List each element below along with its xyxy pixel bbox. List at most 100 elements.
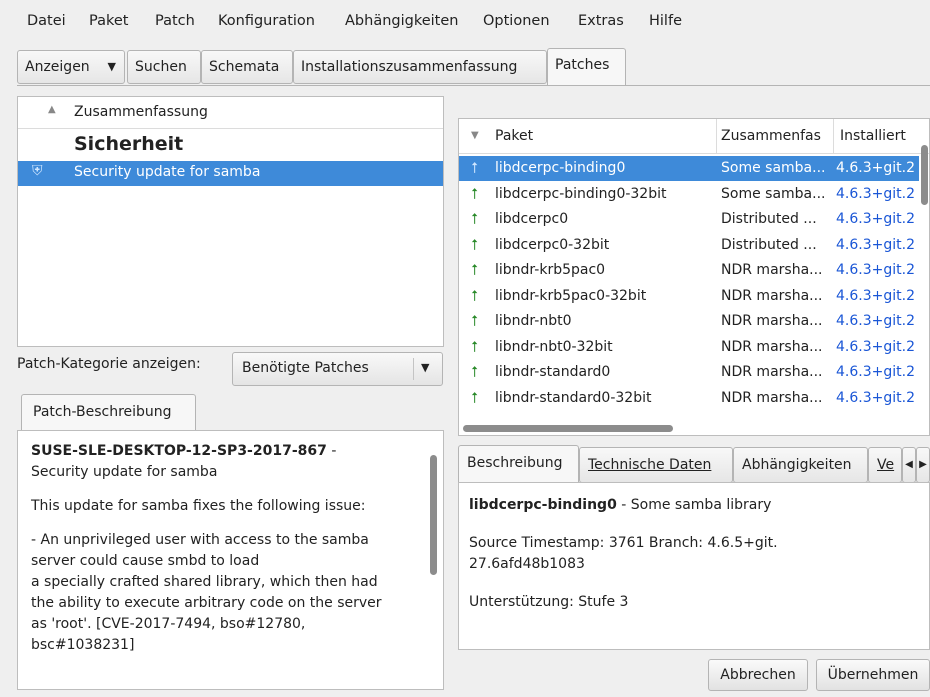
menu-abhaengigkeiten[interactable]: Abhängigkeiten (345, 13, 458, 29)
description-para2-line6: bsc#1038231] (31, 637, 135, 653)
package-name: libdcerpc-binding0-32bit (495, 185, 667, 202)
tab-description[interactable]: Beschreibung (458, 445, 579, 483)
table-row[interactable]: ⭡ libndr-standard0-32bit NDR marsha... 4.6.… (459, 386, 919, 411)
description-para2-line4: the ability to execute arbitrary code on… (31, 595, 382, 611)
menu-datei[interactable]: Datei (27, 13, 66, 29)
table-row[interactable]: ⭡ libndr-standard0 NDR marsha... 4.6.3+git.… (459, 360, 919, 385)
column-installed[interactable]: Installiert (834, 119, 929, 154)
tab-scroll-right-icon[interactable]: ▶ (916, 447, 930, 483)
table-row[interactable]: ⭡ libdcerpc-binding0 Some samba... 4.6.3+gi… (459, 156, 919, 181)
table-row[interactable]: ⭡ libndr-krb5pac0-32bit NDR marsha... 4.6.3… (459, 284, 919, 309)
description-para2-line1: - An unprivileged user with access to th… (31, 532, 369, 548)
sort-up-icon: ▲ (48, 104, 56, 115)
table-row[interactable]: ⭡ libdcerpc0-32bit Distributed ... 4.6.3+gi… (459, 233, 919, 258)
category-row: Sicherheit (18, 133, 443, 159)
tab-repositories[interactable]: Schemata (201, 50, 293, 84)
description-para2-line5: as 'root'. [CVE-2017-7494, bso#12780, (31, 616, 306, 632)
table-row[interactable]: ⭡ libndr-nbt0 NDR marsha... 4.6.3+git.2 (459, 309, 919, 334)
update-arrow-icon: ⭡ (471, 235, 479, 254)
package-installed-version: 4.6.3+git.2 (836, 364, 915, 380)
menu-hilfe[interactable]: Hilfe (649, 13, 682, 29)
cancel-button[interactable]: Abbrechen (708, 659, 808, 691)
table-row[interactable]: ⭡ libndr-nbt0-32bit NDR marsha... 4.6.3+git… (459, 335, 919, 360)
package-installed-version: 4.6.3+git.2 (836, 313, 915, 329)
chevron-down-icon: ▼ (107, 60, 116, 73)
menu-patch[interactable]: Patch (155, 13, 195, 29)
summary-column-header: Zusammenfassung (74, 104, 208, 120)
table-row[interactable]: ⭡ libndr-krb5pac0 NDR marsha... 4.6.3+git.2 (459, 258, 919, 283)
package-summary: NDR marsha... (721, 313, 823, 329)
package-installed-version: 4.6.3+git.2 (836, 287, 915, 304)
category-filter-select[interactable]: Benötigte Patches ▼ (232, 352, 443, 386)
combo-divider (413, 358, 414, 380)
update-arrow-icon: ⭡ (471, 261, 479, 279)
tab-scroll-left-icon[interactable]: ◀ (902, 447, 916, 483)
package-table-hscrollbar[interactable] (463, 425, 673, 432)
chevron-down-icon: ▼ (421, 361, 430, 374)
tab-versions-truncated[interactable]: Ve (868, 447, 902, 483)
update-arrow-icon: ⭡ (471, 159, 479, 177)
column-summary[interactable]: Zusammenfas (715, 119, 834, 154)
column-package[interactable]: Paket (489, 119, 717, 154)
detail-timestamp-line1: Source Timestamp: 3761 Branch: 4.6.5+git… (469, 535, 778, 551)
package-summary: Some samba... (721, 185, 826, 202)
accept-button[interactable]: Übernehmen (816, 659, 930, 691)
update-arrow-icon: ⭡ (471, 286, 479, 305)
package-name: libndr-krb5pac0 (495, 262, 606, 278)
patch-list-header[interactable]: ▲ Zusammenfassung (18, 97, 443, 129)
package-summary: Distributed ... (721, 211, 817, 227)
update-arrow-icon: ⭡ (471, 210, 479, 228)
tab-installation-summary[interactable]: Installationszusammenfassung (293, 50, 547, 84)
tab-patch-description[interactable]: Patch-Beschreibung (21, 394, 196, 431)
menu-optionen[interactable]: Optionen (483, 13, 550, 29)
package-detail-panel: libdcerpc-binding0 - Some samba library … (458, 482, 930, 650)
tab-search[interactable]: Suchen (127, 50, 201, 84)
package-installed-version: 4.6.3+git.2 (836, 211, 915, 227)
package-summary: NDR marsha... (721, 262, 823, 278)
update-arrow-icon: ⭡ (471, 184, 479, 203)
menu-extras[interactable]: Extras (578, 13, 624, 29)
package-installed-version: 4.6.3+git.2 (836, 389, 915, 406)
menu-paket[interactable]: Paket (89, 13, 128, 29)
menu-konfiguration[interactable]: Konfiguration (218, 13, 315, 29)
description-title: SUSE-SLE-DESKTOP-12-SP3-2017-867 - (31, 443, 337, 459)
update-arrow-icon: ⭡ (471, 363, 479, 381)
detail-timestamp-line2: 27.6afd48b1083 (469, 556, 585, 572)
package-summary: NDR marsha... (721, 338, 823, 355)
update-arrow-icon: ⭡ (471, 337, 479, 356)
patch-description-panel: SUSE-SLE-DESKTOP-12-SP3-2017-867 - Secur… (17, 430, 444, 690)
package-table-vscrollbar[interactable] (921, 145, 928, 205)
category-filter-value: Benötigte Patches (242, 360, 369, 376)
update-arrow-icon: ⭡ (471, 388, 479, 407)
package-summary: NDR marsha... (721, 389, 823, 406)
view-dropdown-button[interactable]: Anzeigen ▼ (17, 50, 125, 84)
package-name: libndr-standard0-32bit (495, 389, 652, 406)
package-installed-version: 4.6.3+git.2 (836, 236, 915, 253)
description-scrollbar[interactable] (430, 455, 437, 575)
patch-list: ▲ Zusammenfassung Sicherheit ⛨ Security … (17, 96, 444, 347)
patch-row-selected[interactable]: ⛨ Security update for samba (18, 161, 443, 186)
package-name: libndr-standard0 (495, 364, 611, 380)
detail-package-line: libdcerpc-binding0 - Some samba library (469, 497, 772, 513)
tab-dependencies[interactable]: Abhängigkeiten (733, 447, 868, 483)
package-name: libndr-nbt0-32bit (495, 338, 613, 355)
package-installed-version: 4.6.3+git.2 (836, 185, 915, 202)
package-name: libdcerpc-binding0 (495, 160, 626, 176)
table-row[interactable]: ⭡ libdcerpc0 Distributed ... 4.6.3+git.2 (459, 207, 919, 232)
table-row[interactable]: ⭡ libdcerpc-binding0-32bit Some samba... 4.… (459, 182, 919, 207)
category-security-label: Sicherheit (74, 133, 184, 155)
tab-patches[interactable]: Patches (547, 48, 626, 85)
package-summary: Distributed ... (721, 236, 817, 253)
description-para1: This update for samba fixes the followin… (31, 498, 366, 514)
view-label: Anzeigen (25, 59, 90, 75)
update-arrow-icon: ⭡ (471, 312, 479, 330)
package-installed-version: 4.6.3+git.2 (836, 338, 915, 355)
description-para2-line2: server could cause smbd to load (31, 553, 260, 569)
menu-bar: Datei Paket Patch Konfiguration Abhängig… (0, 0, 930, 44)
package-summary: Some samba... (721, 160, 826, 176)
sort-down-icon: ▼ (471, 130, 479, 141)
package-table-header: ▼ Paket Zusammenfas Installiert (459, 119, 929, 154)
tab-bar-line (17, 85, 930, 86)
tab-technical-data[interactable]: Technische Daten (579, 447, 733, 483)
package-installed-version: 4.6.3+git.2 (836, 262, 915, 278)
